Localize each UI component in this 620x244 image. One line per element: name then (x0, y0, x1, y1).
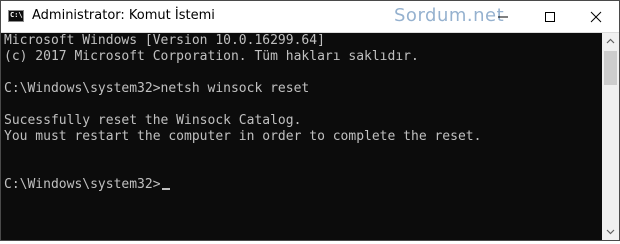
console-line: C:\Windows\system32>netsh winsock reset (4, 81, 310, 96)
window-title: Administrator: Komut İstemi (32, 8, 215, 23)
close-icon (590, 11, 602, 23)
scroll-down-button[interactable] (602, 223, 619, 240)
maximize-button[interactable] (527, 1, 573, 32)
scroll-up-button[interactable] (602, 33, 619, 50)
maximize-icon (545, 12, 555, 22)
close-button[interactable] (573, 1, 619, 32)
console-line: (c) 2017 Microsoft Corporation. Tüm hakl… (4, 49, 419, 64)
chevron-down-icon (606, 229, 615, 235)
console-line: You must restart the computer in order t… (4, 129, 482, 144)
command-prompt-window: C:\ Administrator: Komut İstemi Sordum.n… (0, 0, 620, 241)
command-prompt-icon[interactable]: C:\ (8, 10, 24, 22)
minimize-button[interactable] (480, 1, 526, 32)
console-output[interactable]: Microsoft Windows [Version 10.0.16299.64… (2, 33, 602, 240)
text-cursor (161, 188, 170, 190)
icon-label: C:\ (10, 11, 23, 19)
prompt-line[interactable]: C:\Windows\system32> (4, 177, 170, 193)
scrollbar-thumb[interactable] (604, 51, 617, 85)
title-bar[interactable]: C:\ Administrator: Komut İstemi Sordum.n… (1, 1, 619, 33)
vertical-scrollbar[interactable] (602, 33, 619, 240)
console-line: Sucessfully reset the Winsock Catalog. (4, 113, 302, 128)
minimize-icon (498, 16, 508, 18)
console-line: Microsoft Windows [Version 10.0.16299.64… (4, 33, 325, 48)
chevron-up-icon (606, 38, 615, 44)
prompt-text: C:\Windows\system32> (4, 177, 161, 192)
